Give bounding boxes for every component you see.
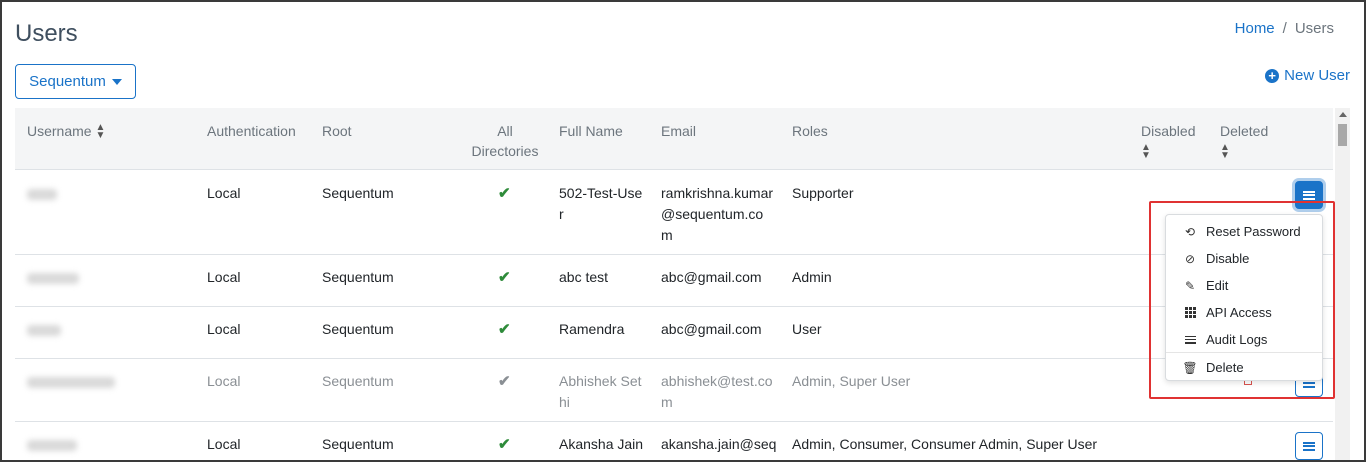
header-all-directories-line1: All xyxy=(497,123,513,139)
email-line: ramkrishna.kumar xyxy=(661,185,774,201)
scroll-up-arrow-icon[interactable] xyxy=(1339,112,1347,117)
checkmark-icon: ✔ xyxy=(498,436,511,453)
table-row: Local Sequentum ✔ Ramendra abc@gmail.com… xyxy=(15,307,1333,359)
cell-authentication: Local xyxy=(207,185,241,201)
header-email: Email xyxy=(661,123,697,139)
cell-root: Sequentum xyxy=(322,373,394,389)
cell-roles: Admin, Consumer, Consumer Admin, Super U… xyxy=(792,436,1098,452)
email-line: m xyxy=(661,227,673,243)
menu-icon xyxy=(1303,190,1315,200)
cell-full-name: abc test xyxy=(559,269,609,285)
cell-authentication: Local xyxy=(207,321,241,337)
header-full-name: Full Name xyxy=(559,123,623,139)
row-actions-button[interactable] xyxy=(1295,432,1323,460)
sort-icon: ▲ ▼ xyxy=(1220,142,1230,162)
cell-root: Sequentum xyxy=(322,185,394,201)
cell-root: Sequentum xyxy=(322,321,394,337)
header-all-directories: All Directories xyxy=(470,121,540,161)
header-disabled[interactable]: Disabled ▲ ▼ xyxy=(1141,121,1195,161)
header-authentication: Authentication xyxy=(207,123,296,139)
cell-roles: Admin xyxy=(792,269,832,285)
new-user-link[interactable]: + New User xyxy=(1265,67,1350,84)
sort-icon: ▲ ▼ xyxy=(95,122,106,142)
cell-authentication: Local xyxy=(207,373,241,389)
plus-circle-icon: + xyxy=(1265,68,1280,83)
directory-dropdown-label: Sequentum xyxy=(29,73,106,90)
header-deleted-label: Deleted xyxy=(1220,123,1269,139)
checkmark-icon: ✔ xyxy=(498,269,511,286)
checkmark-icon: ✔ xyxy=(498,185,511,202)
cell-roles: Admin, Super User xyxy=(792,373,911,389)
username-redacted xyxy=(27,189,57,200)
header-username-label: Username xyxy=(27,123,92,139)
full-name-line: Abhishek Set xyxy=(559,373,642,389)
email-line: m xyxy=(661,394,673,410)
header-all-directories-line2: Directories xyxy=(471,143,539,159)
header-disabled-label: Disabled xyxy=(1141,123,1196,139)
table-scrollbar[interactable] xyxy=(1335,108,1350,460)
header-username[interactable]: Username ▲ ▼ xyxy=(27,121,105,141)
cell-email: abhishek@test.co m xyxy=(661,371,773,413)
header-roles: Roles xyxy=(792,123,828,139)
username-redacted xyxy=(27,273,79,284)
cell-full-name: Abhishek Set hi xyxy=(559,371,642,413)
cell-roles: User xyxy=(792,321,822,337)
new-user-label: New User xyxy=(1284,67,1350,84)
email-line: abhishek@test.co xyxy=(661,373,773,389)
cell-authentication: Local xyxy=(207,436,241,452)
username-redacted xyxy=(27,325,61,336)
full-name-line: 502-Test-Use xyxy=(559,185,643,201)
cell-email: abc@gmail.com xyxy=(661,321,762,337)
cell-email: abc@gmail.com xyxy=(661,269,762,285)
table-row: Local Sequentum ✔ abc test abc@gmail.com… xyxy=(15,255,1333,307)
scrollbar-thumb[interactable] xyxy=(1338,124,1347,146)
cell-email: akansha.jain@seq xyxy=(661,436,777,452)
directory-dropdown-button[interactable]: Sequentum xyxy=(15,64,136,99)
cell-root: Sequentum xyxy=(322,269,394,285)
table-row: Local Sequentum ✔ Akansha Jain akansha.j… xyxy=(15,422,1333,460)
caret-down-icon xyxy=(111,78,122,85)
highlight-box xyxy=(1149,201,1335,399)
breadcrumb-home-link[interactable]: Home xyxy=(1235,20,1275,37)
cell-full-name: 502-Test-Use r xyxy=(559,183,642,225)
checkmark-icon: ✔ xyxy=(498,373,511,390)
sort-icon: ▲ ▼ xyxy=(1141,142,1151,162)
username-redacted xyxy=(27,440,77,451)
email-line: @sequentum.co xyxy=(661,206,764,222)
cell-root: Sequentum xyxy=(322,436,394,452)
table-row: Local Sequentum ✔ 502-Test-Use r ramkris… xyxy=(15,171,1333,255)
header-root: Root xyxy=(322,123,352,139)
menu-icon xyxy=(1303,441,1315,451)
checkmark-icon: ✔ xyxy=(498,321,511,338)
full-name-line: r xyxy=(559,206,564,222)
breadcrumb-current: Users xyxy=(1294,20,1334,37)
cell-full-name: Ramendra xyxy=(559,321,625,337)
username-redacted xyxy=(27,377,115,388)
page-title: Users xyxy=(15,20,78,47)
cell-authentication: Local xyxy=(207,269,241,285)
table-header: Username ▲ ▼ Authentication Root All Dire… xyxy=(15,108,1333,170)
header-deleted[interactable]: Deleted ▲ ▼ xyxy=(1220,121,1268,161)
cell-full-name: Akansha Jain xyxy=(559,436,644,452)
breadcrumb-separator: / xyxy=(1282,20,1287,37)
cell-roles: Supporter xyxy=(792,185,854,201)
cell-email: ramkrishna.kumar @sequentum.co m xyxy=(661,183,773,246)
breadcrumb: Home / Users xyxy=(1235,20,1334,37)
users-table: Username ▲ ▼ Authentication Root All Dire… xyxy=(15,108,1333,460)
table-row: Local Sequentum ✔ Abhishek Set hi abhish… xyxy=(15,359,1333,422)
users-page: Users Home / Users Sequentum + New User … xyxy=(0,0,1366,462)
full-name-line: hi xyxy=(559,394,570,410)
